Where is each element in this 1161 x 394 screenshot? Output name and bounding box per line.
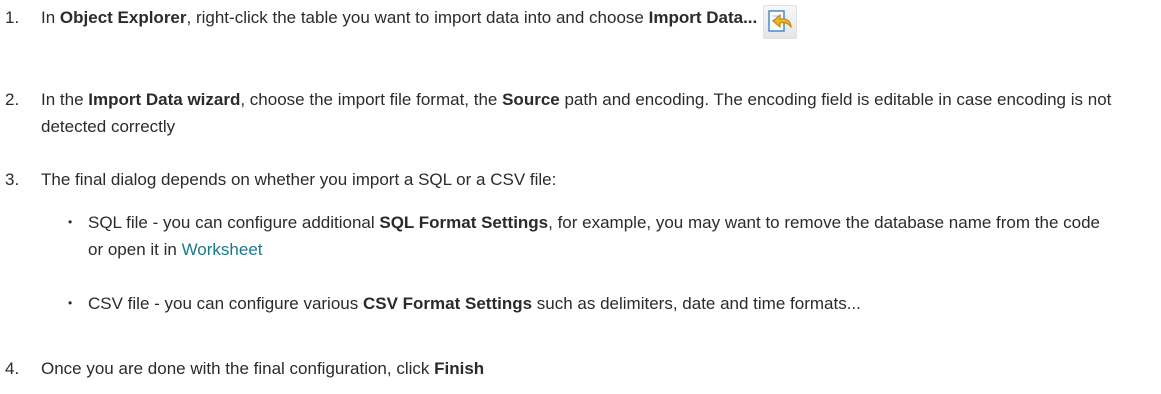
csv-format-settings-term: CSV Format Settings [362,294,533,313]
step-text: In the Import Data wizard, choose the im… [41,90,1112,136]
sql-format-settings-term: SQL Format Settings [379,213,549,232]
step-number: 1. [5,8,20,27]
step-3: 3. The final dialog depends on whether y… [5,166,1145,193]
step-1: 1. In Object Explorer, right-click the t… [5,4,1145,39]
object-explorer-term: Object Explorer [59,8,187,27]
step-text: The final dialog depends on whether you … [41,170,557,189]
bullet-csv-file: • CSV file - you can configure various C… [68,290,1108,317]
import-data-term: Import Data... [648,8,758,27]
import-wizard-term: Import Data wizard [88,90,241,109]
source-term: Source [502,90,560,109]
worksheet-link[interactable]: Worksheet [182,240,263,259]
bullet-sql-file: • SQL file - you can configure additiona… [68,209,1108,263]
step-4: 4. Once you are done with the final conf… [5,355,1145,382]
bullet-dot: • [68,215,73,229]
instruction-document: 1. In Object Explorer, right-click the t… [0,0,1161,394]
step-text: In Object Explorer, right-click the tabl… [41,4,1145,39]
bullet-dot: • [68,296,73,310]
finish-term: Finish [434,359,485,378]
import-data-icon [763,5,798,39]
bullet-text: CSV file - you can configure various CSV… [88,294,861,313]
bullet-text: SQL file - you can configure additional … [88,213,1100,259]
step-number: 3. [5,170,20,189]
step-number: 2. [5,90,20,109]
step-2: 2. In the Import Data wizard, choose the… [5,86,1145,140]
step-number: 4. [5,359,20,378]
step-text: Once you are done with the final configu… [41,359,485,378]
